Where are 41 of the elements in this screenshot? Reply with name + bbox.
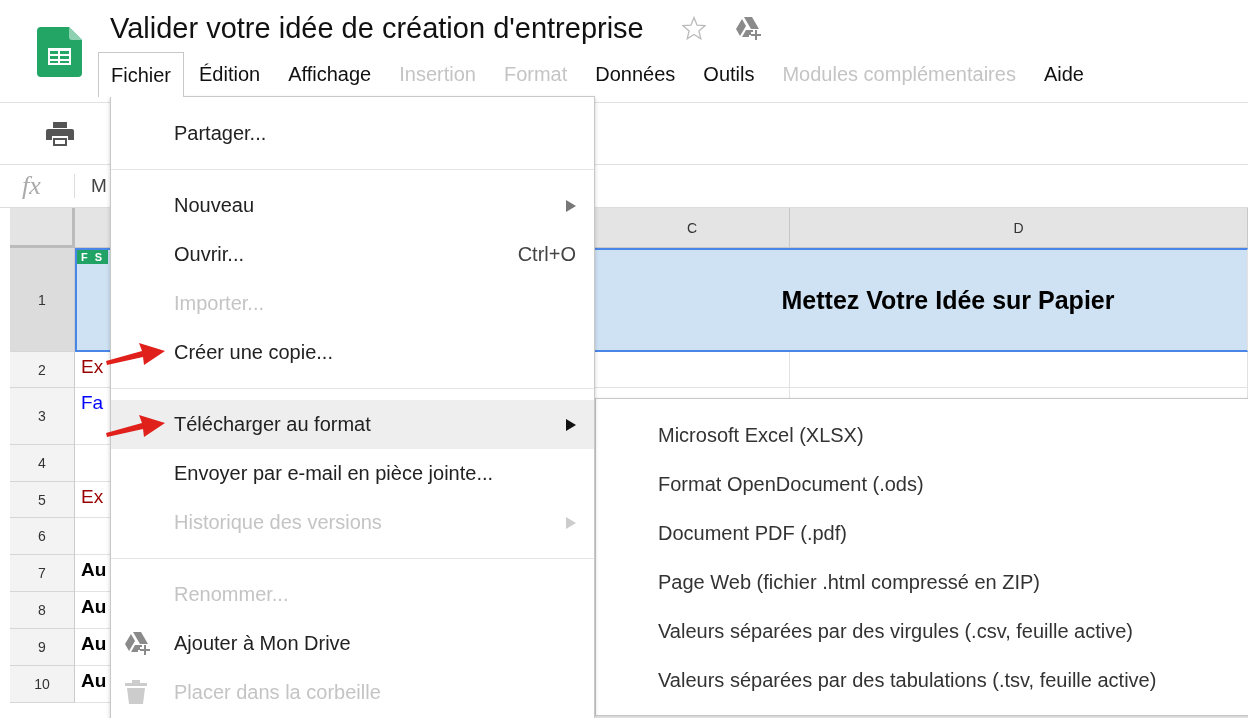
collaborator-tag: F S (77, 250, 109, 264)
row-header[interactable]: 7 (10, 555, 75, 592)
menu-option[interactable]: Télécharger au format (111, 400, 594, 449)
menu-option[interactable]: Page Web (fichier .html compressé en ZIP) (596, 558, 1248, 607)
row-header[interactable]: 5 (10, 482, 75, 518)
column-header[interactable]: D (790, 208, 1248, 248)
menu-option[interactable]: Format OpenDocument (.ods) (596, 460, 1248, 509)
menu-item[interactable]: Affichage (275, 52, 385, 96)
drive-add-icon (735, 16, 762, 40)
formula-input[interactable]: M (91, 175, 107, 197)
shortcut-label: Ctrl+O (517, 243, 576, 266)
row-header[interactable]: 4 (10, 445, 75, 482)
row-header[interactable]: 9 (10, 629, 75, 666)
spreadsheet-logo[interactable] (37, 27, 82, 77)
row-header[interactable]: 2 (10, 352, 75, 388)
menu-option[interactable]: Partager... (111, 109, 594, 158)
menu-option[interactable]: Microsoft Excel (XLSX) (596, 411, 1248, 460)
menu-item[interactable]: Édition (186, 52, 274, 96)
menu-option[interactable]: Valeurs séparées par des virgules (.csv, feuille active) (596, 607, 1248, 656)
row-header[interactable]: 6 (10, 518, 75, 555)
menu-option[interactable]: Ouvrir... Ctrl+O (111, 230, 594, 279)
star-icon[interactable] (681, 16, 706, 40)
formula-label: fx (22, 171, 42, 201)
menu-item[interactable]: Données (582, 52, 689, 96)
menu-item[interactable]: Aide (1030, 52, 1097, 96)
menu-item[interactable]: Fichier (98, 52, 184, 97)
row-header[interactable]: 1 (10, 248, 75, 352)
menu-option[interactable]: Envoyer par e-mail en pièce jointe... (111, 449, 594, 498)
row-header[interactable]: 8 (10, 592, 75, 629)
title-cell[interactable]: Mettez Votre Idée sur Papier (595, 248, 1248, 352)
menu-option[interactable]: Valeurs séparées par des tabulations (.tsv, feuille active) (596, 656, 1248, 705)
trash-icon (125, 680, 147, 704)
document-title[interactable]: Valider votre idée de création d'entreprise (110, 11, 644, 45)
menu-item[interactable]: Outils (690, 52, 768, 96)
column-header[interactable]: C (595, 208, 790, 248)
print-icon[interactable] (46, 121, 74, 146)
menu-option[interactable]: Document PDF (.pdf) (596, 509, 1248, 558)
row-header[interactable]: 10 (10, 666, 75, 703)
drive-add-icon (125, 631, 151, 655)
row-header[interactable]: 3 (10, 388, 75, 445)
menu-option[interactable]: Nouveau (111, 181, 594, 230)
